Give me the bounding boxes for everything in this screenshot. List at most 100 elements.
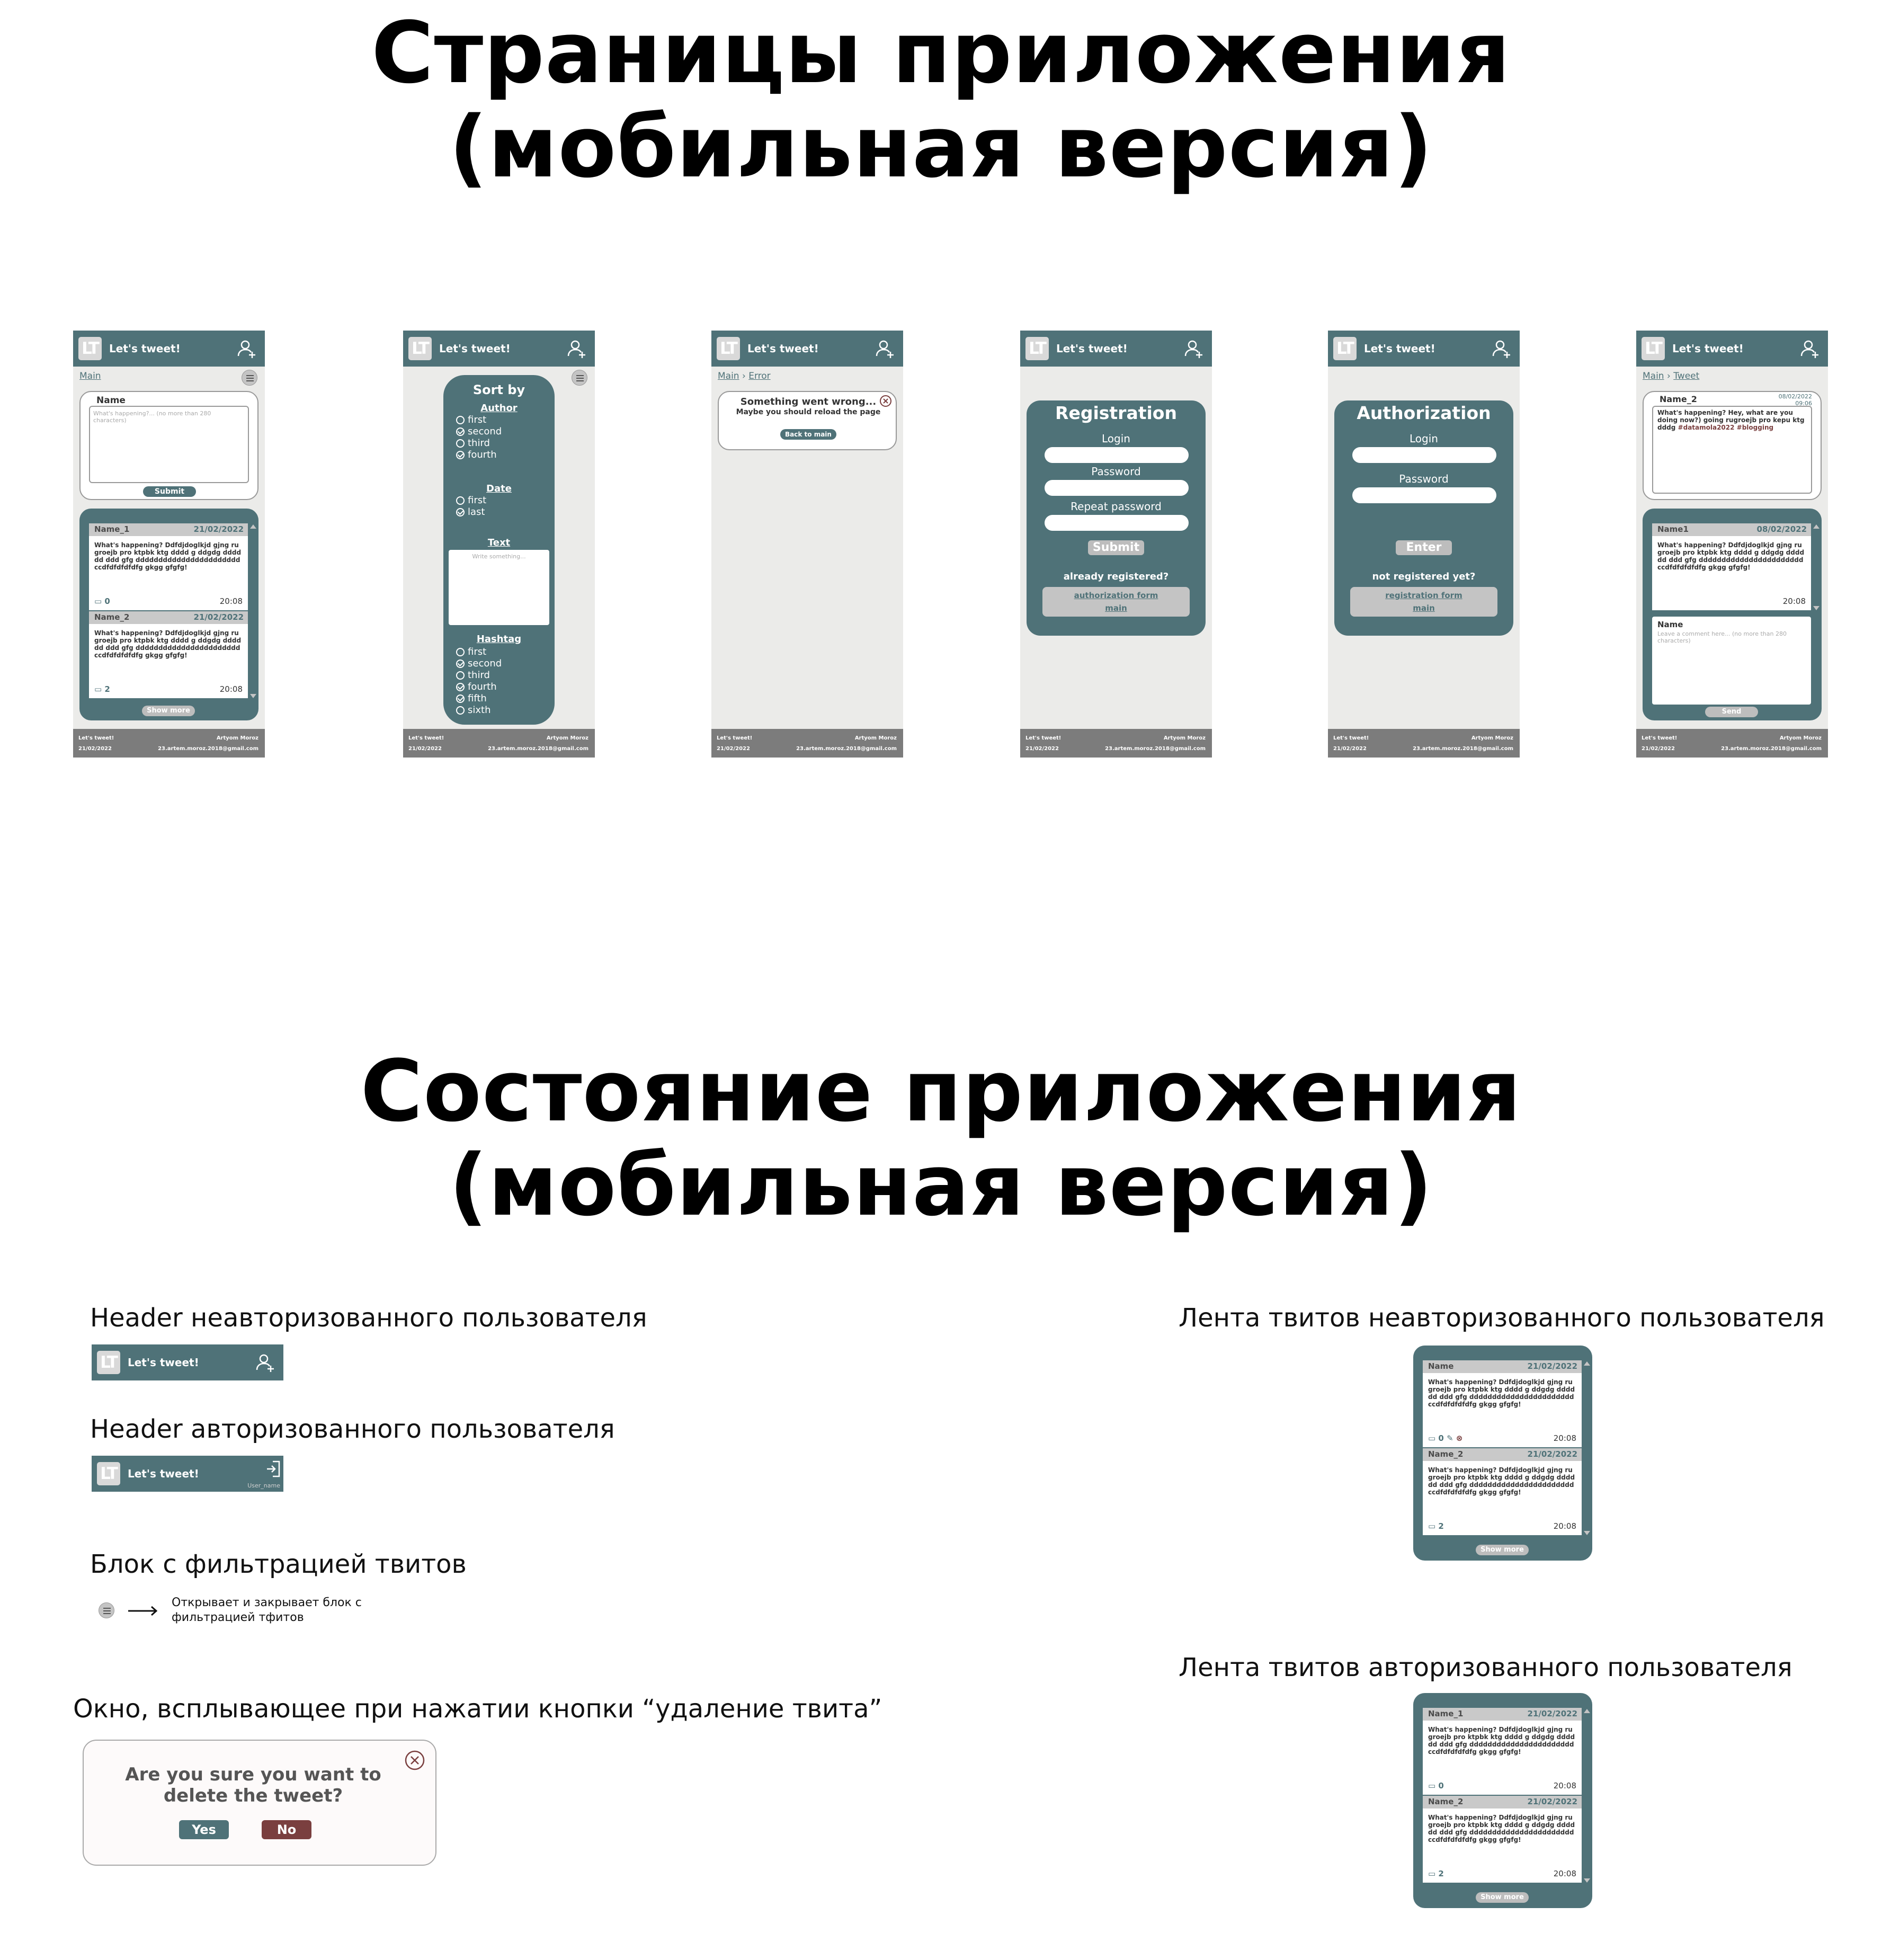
crumb-main[interactable]: Main (1643, 371, 1664, 381)
show-more-button[interactable]: Show more (142, 706, 195, 716)
delete-icon[interactable]: ⊗ (1456, 1433, 1463, 1443)
checkbox-icon[interactable] (456, 416, 465, 424)
tweet-card[interactable]: Name_2 21/02/2022 What's happening? Ddfdj… (1423, 1796, 1582, 1883)
no-button[interactable]: No (262, 1820, 311, 1839)
authorization-form-link[interactable]: authorization form (1074, 591, 1158, 600)
hashtag-option[interactable]: sixth (456, 705, 502, 716)
logo[interactable]: LT (97, 1462, 120, 1485)
add-user-icon[interactable] (875, 338, 896, 359)
submit-button[interactable]: Submit (143, 486, 196, 497)
checkbox-checked-icon[interactable] (456, 427, 465, 436)
checkbox-checked-icon[interactable] (456, 660, 465, 668)
scroll-up-icon[interactable] (1584, 1361, 1590, 1366)
submit-button[interactable]: Submit (1088, 540, 1144, 555)
scroll-down-icon[interactable] (1813, 606, 1819, 610)
comment-counter[interactable]: ▭ 2 (1428, 1521, 1444, 1531)
filter-menu-button[interactable] (242, 370, 257, 386)
main-link[interactable]: main (1413, 603, 1435, 613)
hashtag-option[interactable]: second (456, 658, 502, 670)
add-user-icon[interactable] (255, 1352, 276, 1373)
logout-icon[interactable] (265, 1460, 281, 1478)
hashtag-option[interactable]: first (456, 646, 502, 658)
password-input[interactable] (1352, 487, 1496, 503)
login-input[interactable] (1045, 447, 1189, 463)
scroll-up-icon[interactable] (250, 524, 256, 529)
add-user-icon[interactable] (566, 338, 587, 359)
comment-counter[interactable]: ▭ 2 (1428, 1869, 1444, 1878)
hashtag-option[interactable]: fourth (456, 681, 502, 693)
crumb-main[interactable]: Main (718, 371, 739, 381)
checkbox-icon[interactable] (456, 496, 465, 505)
checkbox-checked-icon[interactable] (456, 694, 465, 703)
enter-button[interactable]: Enter (1396, 540, 1452, 555)
comment-input[interactable]: Leave a comment here... (no more than 28… (1657, 630, 1806, 644)
logo[interactable]: LT (1333, 337, 1357, 360)
crumb-tweet[interactable]: Tweet (1673, 371, 1699, 381)
show-more-button[interactable]: Show more (1476, 1545, 1529, 1555)
crumb-error[interactable]: Error (748, 371, 770, 381)
yes-button[interactable]: Yes (179, 1820, 229, 1839)
comment-icon: ▭ (1428, 1521, 1436, 1531)
breadcrumb[interactable]: Main (79, 371, 101, 381)
comment-counter[interactable]: ▭ 2 (94, 684, 110, 694)
checkbox-icon[interactable] (456, 706, 465, 715)
logo[interactable]: LT (97, 1351, 120, 1374)
add-user-icon[interactable] (236, 338, 257, 359)
checkbox-checked-icon[interactable] (456, 451, 465, 459)
show-more-button[interactable]: Show more (1476, 1892, 1529, 1903)
scroll-down-icon[interactable] (1584, 1531, 1590, 1535)
author-option[interactable]: fourth (456, 449, 502, 461)
logo[interactable]: LT (1025, 337, 1049, 360)
checkbox-checked-icon[interactable] (456, 508, 465, 516)
close-icon[interactable] (404, 1749, 426, 1771)
add-user-icon[interactable] (1799, 338, 1821, 359)
author-option[interactable]: second (456, 426, 502, 438)
author-option[interactable]: third (456, 438, 502, 449)
close-icon[interactable] (879, 394, 893, 408)
send-button[interactable]: Send (1705, 707, 1758, 717)
tweet-card[interactable]: Name 21/02/2022 What's happening? Ddfdjdo… (1423, 1360, 1582, 1447)
scroll-down-icon[interactable] (250, 694, 256, 698)
tweet-date: 21/02/2022 (193, 524, 244, 534)
date-option[interactable]: first (456, 495, 486, 506)
hashtag-option[interactable]: third (456, 670, 502, 681)
comment-counter[interactable]: ▭ 0 (94, 596, 110, 606)
tweet-detail-card: Name_2 08/02/2022 09:06 What's happening?… (1643, 391, 1822, 500)
hashtags[interactable]: #datamola2022 #blogging (1678, 424, 1774, 431)
hashtag-option[interactable]: fifth (456, 693, 502, 705)
scroll-down-icon[interactable] (1584, 1878, 1590, 1883)
logo[interactable]: LT (1642, 337, 1665, 360)
logo[interactable]: LT (78, 337, 102, 360)
tweet-card[interactable]: Name_2 21/02/2022 What's happening? Ddfdj… (89, 611, 248, 698)
checkbox-checked-icon[interactable] (456, 683, 465, 691)
filter-menu-button[interactable] (99, 1602, 114, 1618)
date-option[interactable]: last (456, 506, 486, 518)
checkbox-icon[interactable] (456, 671, 465, 680)
edit-icon[interactable]: ✎ (1447, 1433, 1453, 1443)
author-option[interactable]: first (456, 414, 502, 426)
logo[interactable]: LT (717, 337, 740, 360)
filter-menu-button[interactable] (572, 370, 587, 386)
password-input[interactable] (1045, 480, 1189, 496)
tweet-card[interactable]: Name_1 21/02/2022 What's happening? Ddfdj… (1423, 1708, 1582, 1795)
compose-textarea[interactable]: What's happening?... (no more than 280 c… (89, 406, 249, 483)
tweet-card[interactable]: Name_1 21/02/2022 What's happening? Ddfdj… (89, 523, 248, 610)
tweet-edit-area[interactable]: What's happening? Hey, what are you doin… (1652, 406, 1812, 494)
text-filter-input[interactable]: Write something... (449, 550, 549, 625)
back-to-main-button[interactable]: Back to main (780, 429, 836, 440)
add-user-icon[interactable] (1183, 338, 1205, 359)
registration-form-link[interactable]: registration form (1385, 591, 1462, 600)
scroll-up-icon[interactable] (1584, 1709, 1590, 1713)
repeat-password-input[interactable] (1045, 515, 1189, 531)
logo[interactable]: LT (408, 337, 432, 360)
login-input[interactable] (1352, 447, 1496, 463)
tweet-card[interactable]: Name_2 21/02/2022 What's happening? Ddfdj… (1423, 1448, 1582, 1535)
comment-icon[interactable]: ▭ (1428, 1433, 1435, 1443)
comment-counter[interactable]: ▭ 0 (1428, 1781, 1444, 1790)
checkbox-icon[interactable] (456, 439, 465, 448)
crumb-main[interactable]: Main (79, 371, 101, 381)
checkbox-icon[interactable] (456, 648, 465, 656)
main-link[interactable]: main (1105, 603, 1127, 613)
scroll-up-icon[interactable] (1813, 524, 1819, 529)
add-user-icon[interactable] (1491, 338, 1512, 359)
